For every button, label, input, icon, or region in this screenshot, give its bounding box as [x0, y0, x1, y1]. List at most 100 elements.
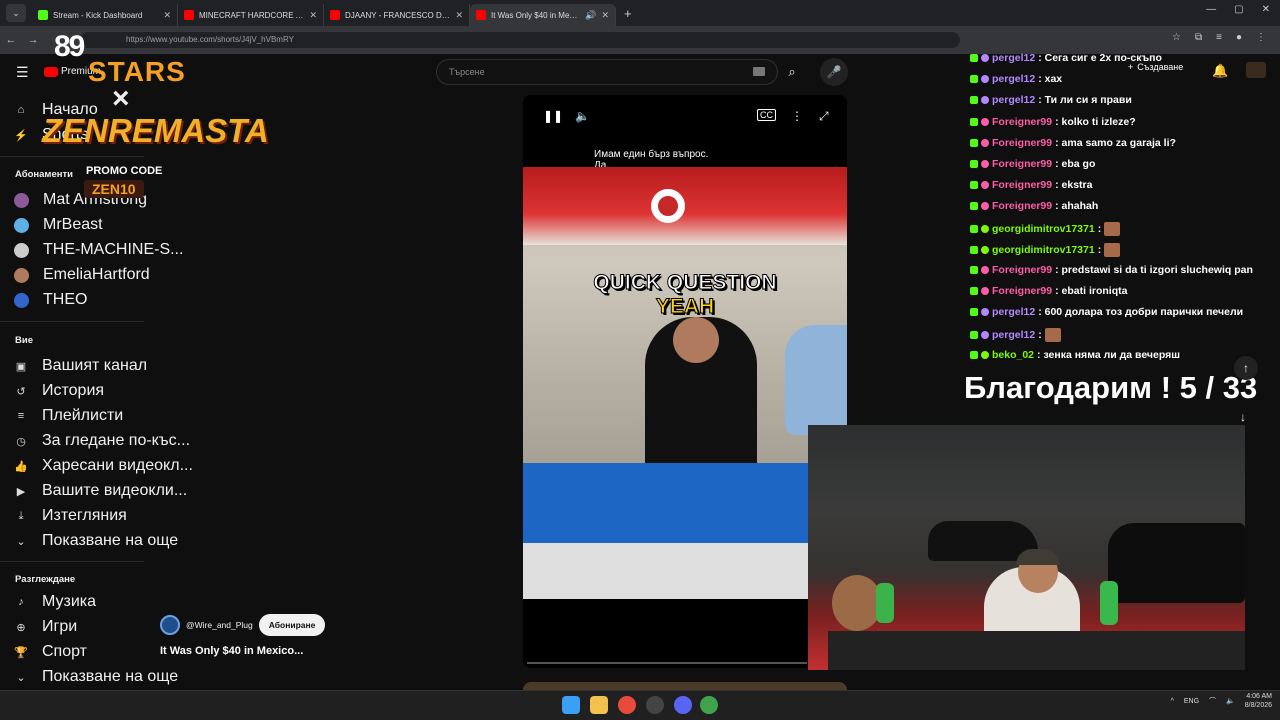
kick-badge-icon — [970, 96, 978, 105]
hamburger-menu-icon[interactable]: ☰ — [16, 64, 29, 81]
subscribe-button[interactable]: Абониране — [258, 614, 326, 636]
promo-overlay: 89 STARS × ZENREMASTA PROMO CODE ZEN10 — [40, 30, 269, 206]
close-window-icon[interactable]: ✕ — [1262, 4, 1270, 15]
profile-icon[interactable]: ● — [1236, 32, 1242, 43]
channel-name[interactable]: @Wire_and_Plug — [186, 620, 253, 630]
sidebar-item-your-videos[interactable]: ▶ Вашите видеокли... — [14, 481, 187, 501]
browser-tab[interactable]: DJAANY - FRANCESCO DINERO ✕ — [324, 4, 470, 26]
chat-message: Foreigner99: ekstra — [970, 179, 1092, 191]
volume-icon[interactable]: 🔈 — [575, 109, 590, 123]
tab-close-icon[interactable]: ✕ — [163, 10, 171, 21]
browser-tab[interactable]: Stream - Kick Dashboard ✕ — [32, 4, 178, 26]
shorts-icon: ⚡ — [14, 129, 28, 142]
bookmark-star-icon[interactable]: ☆ — [1172, 32, 1181, 43]
chat-username[interactable]: Foreigner99 — [992, 264, 1052, 276]
clock[interactable]: 4:06 AM 8/8/2026 — [1245, 692, 1272, 710]
user-badge-icon — [981, 245, 989, 254]
search-icon[interactable]: ⌕ — [779, 59, 805, 85]
tab-search-icon[interactable]: ⌄ — [6, 4, 26, 22]
new-tab-icon[interactable]: + — [624, 6, 632, 21]
chrome-icon[interactable] — [618, 696, 636, 714]
chat-username[interactable]: georgidimitrov17371 — [992, 244, 1095, 256]
chat-username[interactable]: Foreigner99 — [992, 116, 1052, 128]
sidebar-item-music[interactable]: ♪ Музика — [14, 592, 96, 612]
sidebar-item-playlists[interactable]: ≡ Плейлисти — [14, 406, 123, 426]
scroll-up-icon[interactable]: ↑ — [1234, 356, 1258, 380]
tab-close-icon[interactable]: ✕ — [309, 10, 317, 21]
wifi-icon[interactable]: ⌒ — [1209, 696, 1216, 706]
chat-username[interactable]: Foreigner99 — [992, 158, 1052, 170]
sidebar-subscription[interactable]: EmeliaHartford — [14, 265, 150, 285]
youtube-favicon-icon — [476, 10, 486, 20]
start-icon[interactable] — [562, 696, 580, 714]
tab-close-icon[interactable]: ✕ — [601, 10, 609, 21]
browser-tab-active[interactable]: It Was Only $40 in Mexico 🔊 ✕ — [470, 4, 616, 26]
you-section-title[interactable]: Вие — [15, 335, 33, 346]
sidebar-item-sport[interactable]: 🏆 Спорт — [14, 642, 87, 662]
chat-username[interactable]: pergel12 — [992, 94, 1035, 106]
obs-icon[interactable] — [646, 696, 664, 714]
chat-username[interactable]: Foreigner99 — [992, 200, 1052, 212]
microphone-icon[interactable]: 🎤 — [820, 58, 848, 86]
divider — [0, 321, 144, 322]
tab-close-icon[interactable]: ✕ — [455, 10, 463, 21]
more-options-icon[interactable]: ⋮ — [791, 109, 803, 123]
shorts-player[interactable]: ❚❚ 🔈 CC ⋮ ⤢ Имам един бърз въпрос. Да. Q… — [523, 95, 847, 668]
download-icon: ⤓ — [18, 509, 24, 522]
chat-username[interactable]: pergel12 — [992, 329, 1035, 341]
maximize-icon[interactable]: ▢ — [1234, 4, 1243, 15]
chat-username[interactable]: pergel12 — [992, 73, 1035, 85]
streamer-cap — [1016, 549, 1060, 565]
user-badge-icon — [981, 308, 989, 317]
sidebar-item-show-more[interactable]: ⌄ Показване на още — [14, 531, 178, 551]
sidebar-item-downloads[interactable]: ⤓ Изтегляния — [14, 506, 127, 526]
volume-tray-icon[interactable]: 🔈 — [1226, 697, 1235, 705]
chat-username[interactable]: beko_02 — [992, 349, 1034, 361]
video-caption: QUICK QUESTION — [593, 271, 777, 295]
liked-icon: 👍 — [14, 460, 28, 473]
chat-text: : eba go — [1055, 158, 1096, 170]
back-icon[interactable]: ← — [0, 34, 22, 46]
chat-username[interactable]: georgidimitrov17371 — [992, 223, 1095, 235]
sidebar-subscription[interactable]: MrBeast — [14, 215, 103, 235]
chat-emote — [1104, 242, 1121, 257]
user-badge-icon — [981, 224, 989, 233]
chat-username[interactable]: pergel12 — [992, 306, 1035, 318]
menu-dots-icon[interactable]: ⋮ — [1256, 32, 1266, 43]
chat-username[interactable]: pergel12 — [992, 52, 1035, 64]
chat-username[interactable]: Foreigner99 — [992, 179, 1052, 191]
channel-avatar[interactable] — [160, 615, 180, 635]
sidebar-item-show-more-explore[interactable]: ⌄ Показване на още — [14, 667, 178, 687]
kick-badge-icon — [970, 117, 978, 126]
extensions-icon[interactable]: ⧉ — [1195, 32, 1202, 43]
tab-audio-icon[interactable]: 🔊 — [585, 10, 596, 21]
progress-bar[interactable] — [527, 662, 807, 664]
sidebar-subscription[interactable]: THEO — [14, 290, 87, 310]
browser-tab[interactable]: MINECRAFT HARDCORE ALL B ✕ — [178, 4, 324, 26]
tray-chevron-icon[interactable]: ^ — [1171, 698, 1174, 705]
minimize-icon[interactable]: — — [1206, 4, 1216, 15]
keyboard-icon[interactable] — [753, 67, 765, 76]
url-field[interactable]: https://www.youtube.com/shorts/J4jV_hVBm… — [80, 32, 960, 48]
playlist-icon: ≡ — [17, 410, 25, 422]
search-input[interactable]: Търсене — [436, 59, 778, 85]
sidebar-item-history[interactable]: ↺ История — [14, 381, 104, 401]
captions-icon[interactable]: CC — [757, 109, 776, 121]
video-title[interactable]: It Was Only $40 in Mexico... — [160, 645, 303, 657]
scroll-down-icon[interactable]: ↓ — [1240, 410, 1246, 424]
sidebar-item-games[interactable]: ⊕ Игри — [14, 617, 77, 637]
chat-username[interactable]: Foreigner99 — [992, 285, 1052, 297]
chat-username[interactable]: Foreigner99 — [992, 137, 1052, 149]
app-icon[interactable] — [700, 696, 718, 714]
pause-icon[interactable]: ❚❚ — [543, 109, 563, 123]
fullscreen-icon[interactable]: ⤢ — [819, 109, 829, 124]
sidebar-subscription[interactable]: THE-MACHINE-S... — [14, 240, 183, 260]
sidebar-item-liked[interactable]: 👍 Харесани видеокл... — [14, 456, 193, 476]
sidebar-item-your-channel[interactable]: ▣ Вашият канал — [14, 356, 147, 376]
sidebar-item-watch-later[interactable]: ◷ За гледане по-къс... — [14, 431, 190, 451]
language-indicator[interactable]: ENG — [1184, 698, 1199, 705]
kick-badge-icon — [970, 287, 978, 296]
media-icon[interactable]: ≡ — [1216, 32, 1222, 43]
file-explorer-icon[interactable] — [590, 696, 608, 714]
discord-icon[interactable] — [674, 696, 692, 714]
